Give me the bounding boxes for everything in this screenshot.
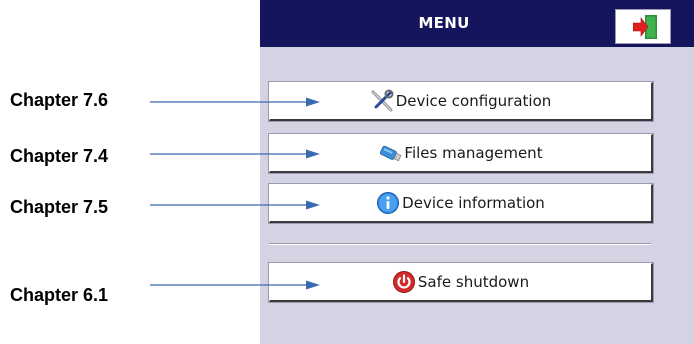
- arrow-7-5: [150, 200, 320, 210]
- arrow-7-4: [150, 149, 320, 159]
- arrow-6-1: [150, 280, 320, 290]
- annotation-arrows: [150, 97, 320, 290]
- arrow-7-6: [150, 97, 320, 107]
